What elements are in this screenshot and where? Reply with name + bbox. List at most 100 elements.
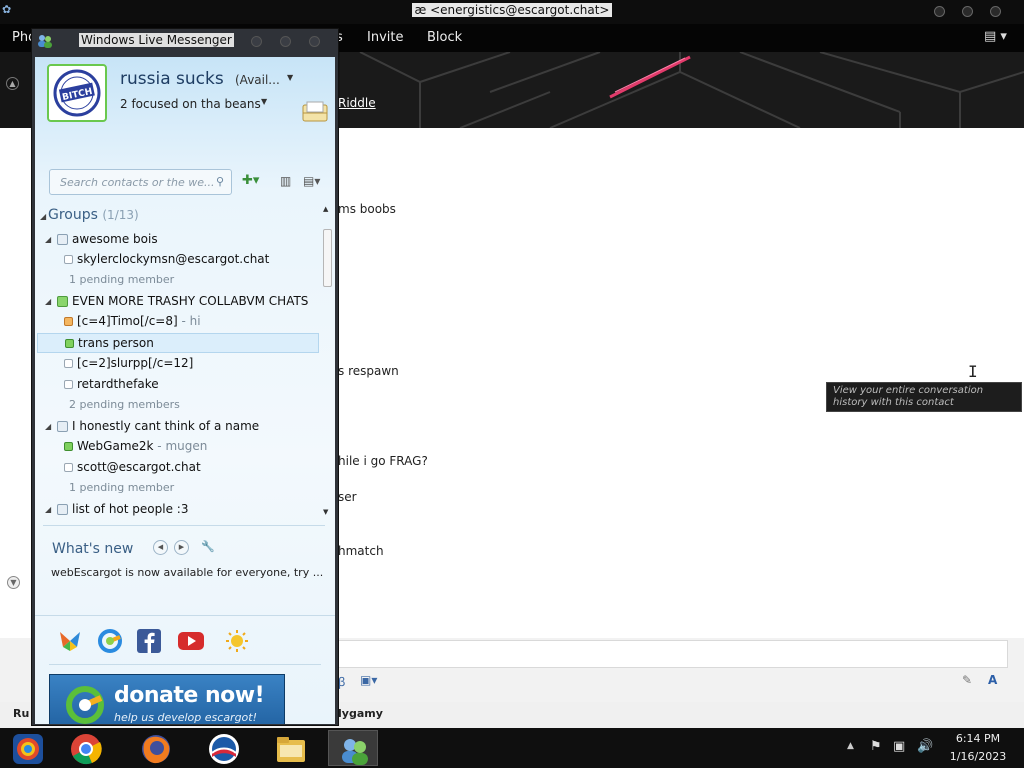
status-text-left: Ru (13, 707, 30, 720)
group-header-awesome-bois[interactable]: ◢ awesome bois (35, 230, 319, 250)
pending-label: 2 pending members (69, 398, 180, 411)
chrome-taskbar-button[interactable] (60, 730, 110, 766)
maximize-button[interactable] (962, 6, 973, 17)
start-button[interactable] (2, 730, 52, 766)
groups-header[interactable]: Groups (1/13) (48, 207, 139, 223)
contact-item[interactable]: WebGame2k - mugen (35, 437, 319, 457)
file-explorer-taskbar-button[interactable] (265, 730, 315, 766)
next-icon[interactable]: ▶ (174, 540, 189, 555)
escargot-icon[interactable] (97, 629, 123, 653)
show-menu-icon[interactable]: ▤▾ (303, 174, 329, 190)
contact-name: retardthefake (77, 377, 159, 391)
search-icon[interactable]: ⚲ (216, 175, 224, 188)
wrench-icon[interactable]: 🔧 (201, 540, 215, 553)
font-icon[interactable]: A (988, 673, 997, 687)
scroll-thumb[interactable] (323, 229, 332, 287)
collapse-header-icon[interactable]: ▲ (6, 77, 19, 90)
butterfly-icon[interactable] (57, 629, 83, 653)
display-picture[interactable]: BITCH (47, 64, 107, 122)
minimize-button[interactable] (934, 6, 945, 17)
chevron-down-icon[interactable]: ▼ (261, 97, 267, 106)
action-center-flag-icon[interactable]: ⚑ (870, 739, 882, 754)
contact-item[interactable]: scott@escargot.chat (35, 458, 319, 478)
menu-invite[interactable]: Invite (367, 30, 403, 45)
whats-new-item[interactable]: webEscargot is now available for everyon… (51, 566, 323, 579)
chevron-down-icon[interactable]: ▼ (287, 73, 293, 82)
contact-item[interactable]: retardthefake (35, 375, 319, 395)
scroll-down-icon[interactable]: ▼ (323, 508, 328, 516)
group-expand-icon[interactable]: ◢ (45, 297, 51, 306)
messenger-buddies-icon (342, 739, 368, 765)
close-button[interactable] (990, 6, 1001, 17)
group-expand-icon[interactable]: ◢ (45, 235, 51, 244)
messenger-window: Windows Live Messenger BITCH russia suck… (31, 28, 339, 726)
group-header-hot-people[interactable]: ◢ list of hot people :3 (35, 500, 319, 520)
status-away-icon (64, 317, 73, 326)
share-menu-icon[interactable]: ▤ ▾ (984, 29, 1010, 47)
contact-list-scrollbar[interactable]: ▲ ▼ (323, 205, 333, 519)
menu-block[interactable]: Block (427, 30, 462, 45)
group-expand-icon[interactable]: ◢ (45, 505, 51, 514)
show-hidden-icons[interactable]: ▲ (847, 741, 854, 751)
collapse-groups-icon[interactable]: ◢ (40, 212, 46, 221)
message-input[interactable] (338, 640, 1008, 668)
pending-members-item[interactable]: 1 pending member (35, 479, 319, 499)
pending-members-item[interactable]: 2 pending members (35, 396, 319, 416)
contact-name: WebGame2k - mugen (77, 439, 208, 453)
messenger-maximize-button[interactable] (280, 36, 291, 47)
backgrounds-icon[interactable]: ▣▾ (360, 673, 377, 687)
messenger-minimize-button[interactable] (251, 36, 262, 47)
sun-icon[interactable] (224, 629, 250, 653)
donate-banner[interactable]: donate now! help us develop escargot! (49, 674, 285, 724)
whats-new-title: What's new (52, 541, 134, 557)
messenger-titlebar[interactable]: Windows Live Messenger (32, 29, 338, 55)
personal-message[interactable]: 2 focused on tha beans (120, 97, 261, 111)
folder-icon (277, 737, 305, 762)
contact-item[interactable]: skylerclockymsn@escargot.chat (35, 250, 319, 270)
pending-members-item[interactable]: 1 pending member (35, 271, 319, 291)
contact-item-selected[interactable]: trans person (37, 333, 319, 353)
group-name: I honestly cant think of a name (72, 419, 260, 433)
messenger-close-button[interactable] (309, 36, 320, 47)
inbox-icon[interactable] (301, 101, 329, 123)
contact-item[interactable]: [c=2]slurpp[/c=12] (35, 354, 319, 374)
clock-time[interactable]: 6:14 PM (930, 732, 1024, 745)
header-background-art (340, 52, 1024, 128)
status-offline-icon (64, 359, 73, 368)
search-contacts-input[interactable]: Search contacts or the we... ⚲ (49, 169, 232, 195)
display-name[interactable]: russia sucks (120, 69, 224, 89)
facebook-icon[interactable] (136, 629, 162, 653)
clock-date[interactable]: 1/16/2023 (930, 750, 1024, 763)
group-name: list of hot people :3 (72, 502, 189, 516)
firefox-taskbar-button[interactable] (130, 730, 180, 766)
handwriting-icon[interactable]: ✎ (962, 673, 972, 687)
collapse-sidebar-icon[interactable]: ▼ (7, 576, 20, 589)
status-selector[interactable]: (Avail... (235, 73, 280, 87)
group-header-no-name[interactable]: ◢ I honestly cant think of a name (35, 417, 319, 437)
pending-label: 1 pending member (69, 273, 175, 286)
donate-title: donate now! (114, 683, 265, 708)
contact-name-link[interactable]: Riddle (338, 96, 376, 110)
group-icon (57, 234, 68, 245)
status-online-icon (65, 339, 74, 348)
donate-subtitle: help us develop escargot! (114, 711, 258, 724)
divider (49, 664, 321, 665)
font-style-icon[interactable]: ꞵ (338, 673, 346, 690)
text-cursor-icon: I (968, 362, 978, 381)
messenger-taskbar-button[interactable] (328, 730, 378, 766)
messenger-logo-icon (38, 35, 52, 48)
group-header-collabvm[interactable]: ◢ EVEN MORE TRASHY COLLABVM CHATS (35, 292, 319, 312)
change-view-icon[interactable]: ▥ (280, 174, 296, 190)
youtube-icon[interactable] (178, 629, 204, 653)
contact-item[interactable]: [c=4]Timo[/c=8] - hi (35, 312, 319, 332)
previous-icon[interactable]: ◀ (153, 540, 168, 555)
add-contact-button[interactable]: ✚▾ (242, 173, 270, 191)
scroll-up-icon[interactable]: ▲ (323, 205, 328, 213)
group-expand-icon[interactable]: ◢ (45, 422, 51, 431)
status-offline-icon (64, 380, 73, 389)
group-icon (57, 504, 68, 515)
network-icon[interactable]: ▣ (893, 739, 905, 754)
contact-name: [c=4]Timo[/c=8] - hi (77, 314, 201, 328)
conversation-titlebar[interactable]: ✿ æ <energistics@escargot.chat> (0, 0, 1024, 24)
obama-taskbar-button[interactable] (198, 730, 248, 766)
